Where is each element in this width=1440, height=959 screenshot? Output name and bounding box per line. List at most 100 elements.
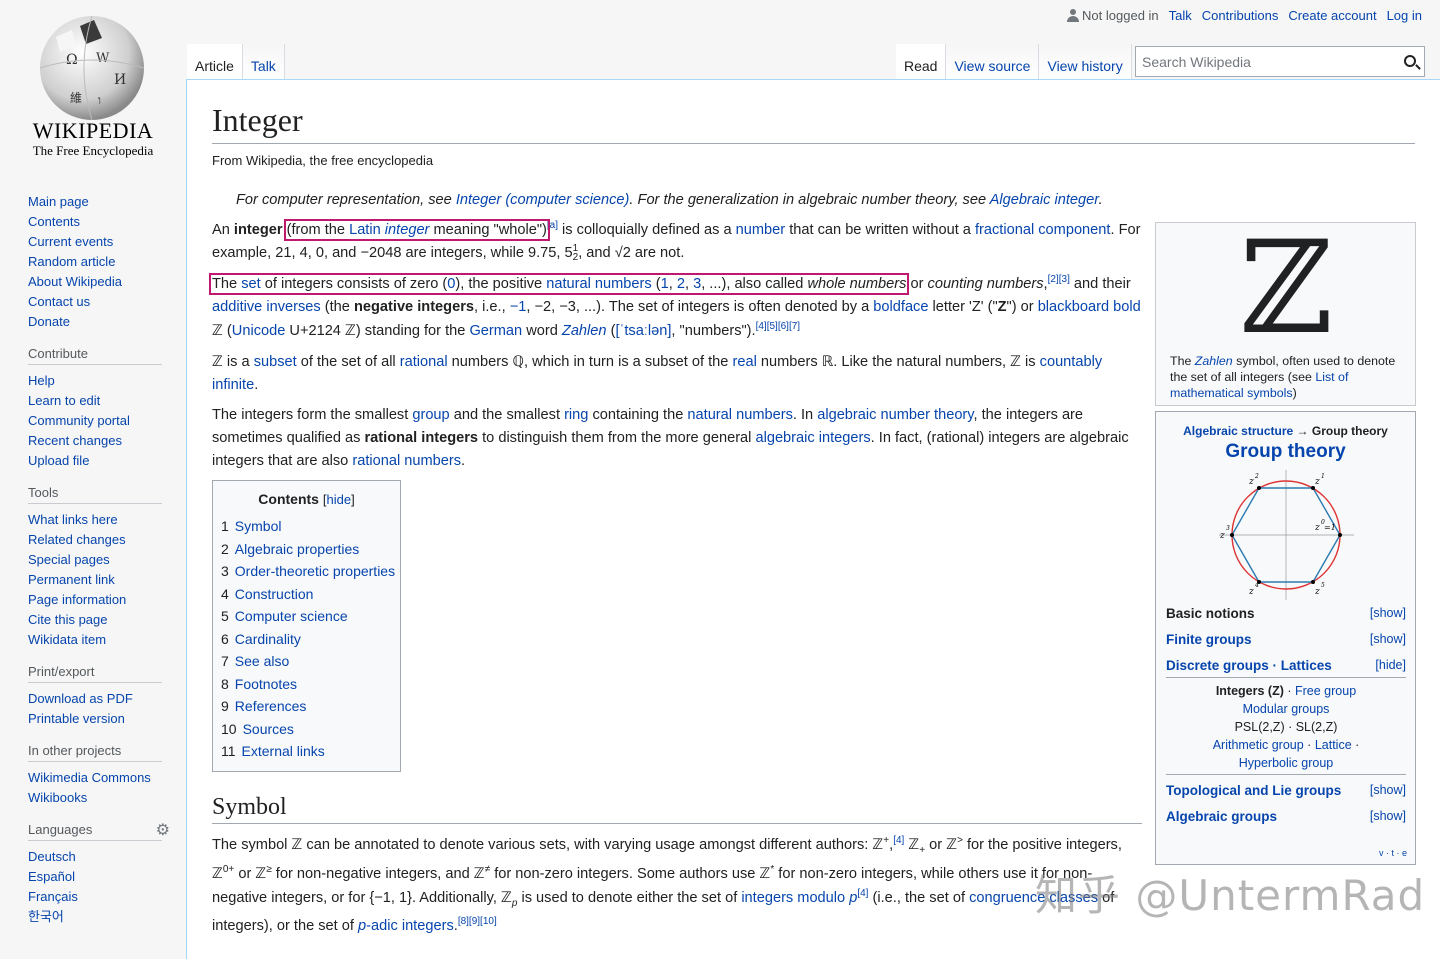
divider <box>1166 677 1406 678</box>
toc-item[interactable]: 10 Sources <box>221 718 400 741</box>
create-account-link[interactable]: Create account <box>1288 8 1376 23</box>
row-label[interactable]: Algebraic groups <box>1166 809 1277 824</box>
sidebar-item-what-links-here[interactable]: What links here <box>28 512 118 527</box>
sidebar-item-permanent-link[interactable]: Permanent link <box>28 572 115 587</box>
toc-hide-link[interactable]: hide <box>326 492 351 507</box>
sidebar-item-printable-version[interactable]: Printable version <box>28 711 125 726</box>
search-input[interactable]: Search Wikipedia <box>1135 46 1425 77</box>
sidebar-item-current-events[interactable]: Current events <box>28 234 113 249</box>
contributions-link[interactable]: Contributions <box>1202 8 1279 23</box>
free-group-link[interactable]: Free group <box>1295 684 1356 698</box>
show-toggle[interactable]: [show] <box>1370 783 1406 798</box>
hatnote-text-1: For computer representation, see <box>236 192 456 208</box>
wikipedia-logo[interactable]: Ω W И 維 ו WIKIPEDIA The Free Encyclopedi… <box>0 0 186 170</box>
search-icon[interactable] <box>1404 55 1416 67</box>
row-label[interactable]: Topological and Lie groups <box>1166 783 1341 798</box>
toc-link[interactable]: See also <box>235 653 289 669</box>
sidebar-item-about[interactable]: About Wikipedia <box>28 274 122 289</box>
hide-toggle[interactable]: [hide] <box>1375 658 1406 673</box>
svg-text:維: 維 <box>70 91 82 105</box>
sidebar-item-download-pdf[interactable]: Download as PDF <box>28 691 133 706</box>
sidebar-item-special-pages[interactable]: Special pages <box>28 552 110 567</box>
show-toggle[interactable]: [show] <box>1370 809 1406 824</box>
toc-item[interactable]: 4 Construction <box>221 583 400 606</box>
sidebar-item-contact[interactable]: Contact us <box>28 294 90 309</box>
toc-num: 11 <box>221 743 236 759</box>
tab-view-source[interactable]: View source <box>946 44 1040 80</box>
toc-link[interactable]: Algebraic properties <box>235 541 360 557</box>
sidebar-item-random-article[interactable]: Random article <box>28 254 115 269</box>
row-label[interactable]: Discrete groups · Lattices <box>1166 658 1332 673</box>
arithmetic-group-link[interactable]: Arithmetic group <box>1213 738 1304 752</box>
sidebar-item-learn-to-edit[interactable]: Learn to edit <box>28 393 100 408</box>
toc-link[interactable]: Construction <box>235 586 314 602</box>
talk-link[interactable]: Talk <box>1169 8 1192 23</box>
toc-link[interactable]: Order-theoretic properties <box>235 563 395 579</box>
navbox-row-basic-notions[interactable]: Basic notions [show] <box>1166 606 1406 621</box>
login-link[interactable]: Log in <box>1387 8 1422 23</box>
toc-item[interactable]: 8 Footnotes <box>221 673 400 696</box>
sidebar-item-recent-changes[interactable]: Recent changes <box>28 433 122 448</box>
toc-item[interactable]: 3 Order-theoretic properties <box>221 560 400 583</box>
sidebar-item-deutsch[interactable]: Deutsch <box>28 849 76 864</box>
toc-item[interactable]: 1 Symbol <box>221 515 400 538</box>
toc-item[interactable]: 2 Algebraic properties <box>221 538 400 561</box>
row-label[interactable]: Finite groups <box>1166 632 1252 647</box>
toc-link[interactable]: Symbol <box>235 518 282 534</box>
sidebar-item-wikibooks[interactable]: Wikibooks <box>28 790 87 805</box>
sidebar-item-upload-file[interactable]: Upload file <box>28 453 89 468</box>
show-toggle[interactable]: [show] <box>1370 632 1406 647</box>
sidebar-item-page-information[interactable]: Page information <box>28 592 126 607</box>
toc-link[interactable]: External links <box>242 743 325 759</box>
sidebar-item-wikimedia-commons[interactable]: Wikimedia Commons <box>28 770 151 785</box>
toc-item[interactable]: 11 External links <box>221 740 400 763</box>
sidebar-item-donate[interactable]: Donate <box>28 314 70 329</box>
sidebar-item-help[interactable]: Help <box>28 373 55 388</box>
sidebar-item-espanol[interactable]: Español <box>28 869 75 884</box>
vte-links[interactable]: v · t · e <box>1379 848 1407 858</box>
sidebar-item-related-changes[interactable]: Related changes <box>28 532 126 547</box>
toc-item[interactable]: 7 See also <box>221 650 400 673</box>
toc-link[interactable]: Footnotes <box>235 676 297 692</box>
toc-item[interactable]: 9 References <box>221 695 400 718</box>
navbox-row-discrete-groups[interactable]: Discrete groups · Lattices [hide] <box>1166 658 1406 673</box>
hyperbolic-group-link[interactable]: Hyperbolic group <box>1239 756 1334 770</box>
modular-groups-link[interactable]: Modular groups <box>1243 702 1330 716</box>
caption-link-zahlen[interactable]: Zahlen <box>1195 354 1233 368</box>
sidebar-item-francais[interactable]: Français <box>28 889 78 904</box>
toc-link[interactable]: Sources <box>243 721 294 737</box>
navbox-row-topological[interactable]: Topological and Lie groups [show] <box>1166 783 1406 798</box>
toc-link[interactable]: References <box>235 698 307 714</box>
hatnote-link-algebraic-integer[interactable]: Algebraic integer <box>990 192 1099 208</box>
show-toggle[interactable]: [show] <box>1370 606 1406 621</box>
toc-item[interactable]: 6 Cardinality <box>221 628 400 651</box>
z-symbol-image: ℤ <box>1239 214 1334 363</box>
tools-portal: Tools What links here Related changes Sp… <box>28 485 186 650</box>
tab-talk[interactable]: Talk <box>242 44 285 80</box>
toc-link[interactable]: Cardinality <box>235 631 301 647</box>
toc-item[interactable]: 5 Computer science <box>221 605 400 628</box>
navbox-row-algebraic-groups[interactable]: Algebraic groups [show] <box>1166 809 1406 824</box>
navbox-row-finite-groups[interactable]: Finite groups [show] <box>1166 632 1406 647</box>
navigation-portal: Main page Contents Current events Random… <box>28 192 186 332</box>
gear-icon[interactable]: ⚙ <box>156 820 170 840</box>
paragraph-4: The integers form the smallest group and… <box>212 407 1129 469</box>
sidebar-item-wikidata-item[interactable]: Wikidata item <box>28 632 106 647</box>
sidebar-item-contents[interactable]: Contents <box>28 214 80 229</box>
hatnote: For computer representation, see Integer… <box>212 189 1142 212</box>
toc-num: 4 <box>221 585 229 602</box>
sidebar-item-cite-this-page[interactable]: Cite this page <box>28 612 108 627</box>
sidebar-item-community-portal[interactable]: Community portal <box>28 413 130 428</box>
tab-article[interactable]: Article <box>187 44 243 80</box>
sidebar-item-main-page[interactable]: Main page <box>28 194 89 209</box>
row-label: Basic notions <box>1166 606 1255 621</box>
hatnote-link-integer-cs[interactable]: Integer (computer science) <box>456 192 630 208</box>
sidebar-item-korean[interactable]: 한국어 <box>28 909 64 924</box>
lattice-link[interactable]: Lattice <box>1315 738 1352 752</box>
navbox-title[interactable]: Group theory <box>1156 441 1415 463</box>
tab-view-history[interactable]: View history <box>1039 44 1132 80</box>
tab-read[interactable]: Read <box>896 44 947 80</box>
algebraic-structure-link[interactable]: Algebraic structure <box>1183 424 1293 438</box>
toc-num: 2 <box>221 540 229 557</box>
toc-link[interactable]: Computer science <box>235 608 348 624</box>
